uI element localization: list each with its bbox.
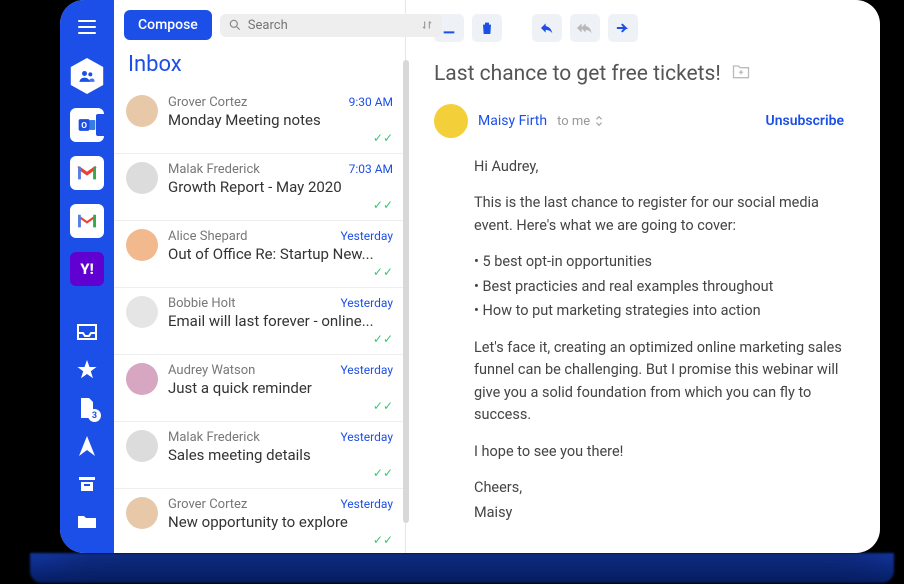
- forward-button[interactable]: [608, 14, 638, 42]
- yahoo-icon: Y!: [80, 260, 93, 278]
- message-list-pane: Compose Inbox Grover Cortez 9:30 AM Monday…: [114, 0, 406, 553]
- hamburger-icon: [78, 20, 96, 34]
- messages-container: Grover Cortez 9:30 AM Monday Meeting notes…: [114, 87, 405, 553]
- message-row[interactable]: Malak Frederick 7:03 AM Growth Report - Ma…: [114, 154, 405, 221]
- reading-toolbar: [434, 10, 856, 52]
- inbox-icon: [75, 320, 99, 344]
- message-row[interactable]: Bobbie Holt Yesterday Email will last fore…: [114, 288, 405, 355]
- avatar: [126, 296, 158, 328]
- nav-inbox[interactable]: [75, 320, 99, 344]
- read-receipt-icon: ✓✓: [168, 466, 393, 480]
- download-icon: [441, 20, 457, 36]
- avatar: [126, 497, 158, 529]
- account-gmail-secondary[interactable]: [70, 204, 104, 238]
- nav-folders[interactable]: [75, 510, 99, 534]
- nav-rail: O Y! 3: [60, 0, 114, 553]
- svg-text:O: O: [81, 121, 87, 131]
- avatar: [126, 162, 158, 194]
- to-recipients[interactable]: to me: [557, 114, 604, 129]
- nav-starred[interactable]: [75, 358, 99, 382]
- message-time: Yesterday: [340, 363, 393, 377]
- message-subject: Sales meeting details: [168, 446, 393, 464]
- compose-button[interactable]: Compose: [124, 10, 212, 40]
- message-row[interactable]: Grover Cortez Yesterday New opportunity to…: [114, 489, 405, 553]
- message-body: Hi Audrey, This is the last chance to re…: [434, 156, 856, 538]
- nav-files[interactable]: 3: [75, 396, 99, 420]
- send-icon: [75, 434, 99, 458]
- reading-subject: Last chance to get free tickets!: [434, 62, 721, 86]
- message-time: Yesterday: [340, 430, 393, 444]
- message-time: 7:03 AM: [349, 162, 393, 176]
- reading-pane: Last chance to get free tickets! Maisy F…: [406, 0, 880, 553]
- avatar: [434, 104, 468, 138]
- message-time: Yesterday: [340, 296, 393, 310]
- account-yahoo[interactable]: Y!: [70, 252, 104, 286]
- avatar: [126, 95, 158, 127]
- message-subject: Out of Office Re: Startup New...: [168, 245, 393, 263]
- message-subject: Just a quick reminder: [168, 379, 393, 397]
- folder-title: Inbox: [114, 46, 405, 87]
- app-window: O Y! 3: [60, 0, 880, 553]
- search-icon: [228, 18, 242, 32]
- outlook-icon: O: [77, 115, 97, 135]
- read-receipt-icon: ✓✓: [168, 533, 393, 547]
- read-receipt-icon: ✓✓: [168, 332, 393, 346]
- search-input[interactable]: [248, 18, 414, 33]
- message-subject: Growth Report - May 2020: [168, 178, 393, 196]
- account-gmail-primary[interactable]: [70, 156, 104, 190]
- read-receipt-icon: ✓✓: [168, 131, 393, 145]
- files-badge: 3: [88, 409, 101, 422]
- unsubscribe-button[interactable]: Unsubscribe: [754, 107, 856, 135]
- message-time: 9:30 AM: [349, 95, 393, 109]
- nav-send[interactable]: [75, 434, 99, 458]
- message-row[interactable]: Alice Shepard Yesterday Out of Office Re: …: [114, 221, 405, 288]
- read-receipt-icon: ✓✓: [168, 399, 393, 413]
- reply-button[interactable]: [532, 14, 562, 42]
- trash-icon: [479, 20, 495, 36]
- nav-archive[interactable]: [75, 472, 99, 496]
- people-icon: [77, 66, 97, 86]
- sender-name: Grover Cortez: [168, 95, 247, 110]
- message-subject: Email will last forever - online...: [168, 312, 393, 330]
- forward-icon: [615, 20, 631, 36]
- reply-all-icon: [577, 20, 593, 36]
- message-subject: Monday Meeting notes: [168, 111, 393, 129]
- sender-name: Malak Frederick: [168, 162, 260, 177]
- folder-plus-icon: [731, 62, 751, 80]
- sender-name: Audrey Watson: [168, 363, 255, 378]
- read-receipt-icon: ✓✓: [168, 198, 393, 212]
- message-row[interactable]: Malak Frederick Yesterday Sales meeting de…: [114, 422, 405, 489]
- message-subject: New opportunity to explore: [168, 513, 393, 531]
- search-field[interactable]: [220, 14, 442, 37]
- avatar: [126, 229, 158, 261]
- message-time: Yesterday: [340, 229, 393, 243]
- sender-name: Bobbie Holt: [168, 296, 236, 311]
- move-to-folder-button[interactable]: [731, 62, 751, 86]
- message-time: Yesterday: [340, 497, 393, 511]
- reply-all-button[interactable]: [570, 14, 600, 42]
- gmail-icon: [76, 213, 98, 229]
- folder-icon: [75, 510, 99, 534]
- message-row[interactable]: Audrey Watson Yesterday Just a quick remin…: [114, 355, 405, 422]
- star-icon: [75, 358, 99, 382]
- sender-name: Grover Cortez: [168, 497, 247, 512]
- avatar: [126, 430, 158, 462]
- sender-name: Malak Frederick: [168, 430, 260, 445]
- reply-icon: [539, 20, 555, 36]
- archive-icon: [75, 472, 99, 496]
- pane-divider[interactable]: [403, 60, 409, 523]
- account-contacts-button[interactable]: [69, 58, 105, 94]
- account-outlook[interactable]: O: [70, 108, 104, 142]
- sort-icon[interactable]: [420, 18, 434, 32]
- read-receipt-icon: ✓✓: [168, 265, 393, 279]
- delete-button[interactable]: [472, 14, 502, 42]
- expand-recipients-icon: [594, 115, 604, 127]
- sender-name: Alice Shepard: [168, 229, 248, 244]
- message-row[interactable]: Grover Cortez 9:30 AM Monday Meeting notes…: [114, 87, 405, 154]
- menu-button[interactable]: [70, 10, 104, 44]
- from-name[interactable]: Maisy Firth: [478, 113, 547, 129]
- avatar: [126, 363, 158, 395]
